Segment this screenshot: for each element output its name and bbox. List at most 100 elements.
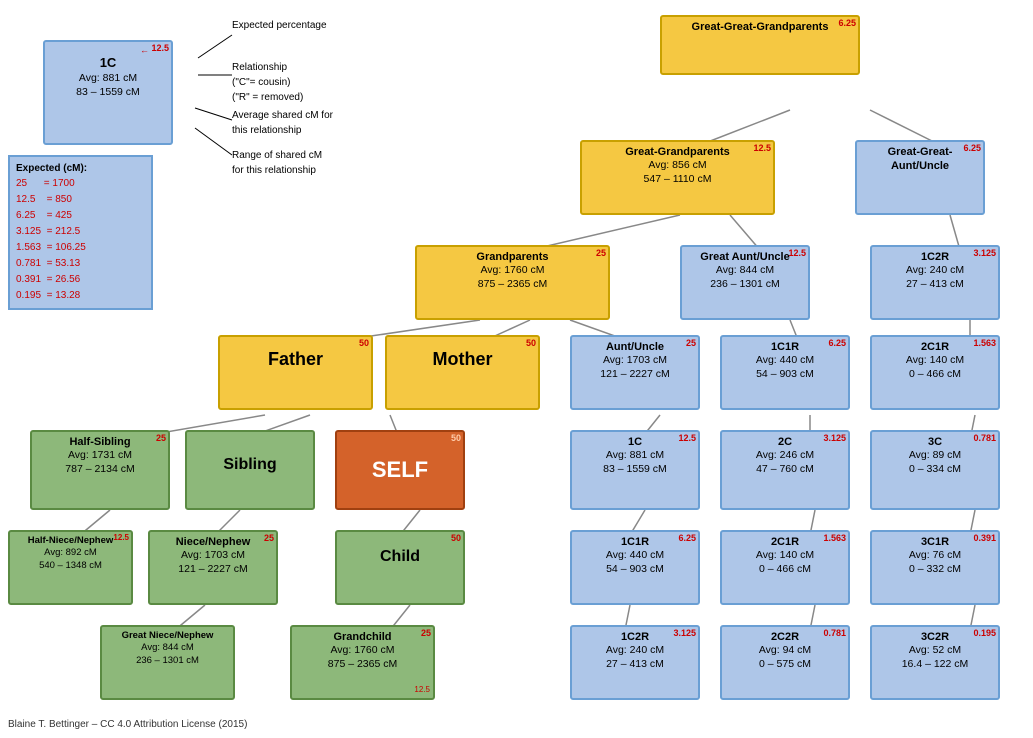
2c1r-top-avg: Avg: 140 cM bbox=[877, 354, 993, 368]
1c1r-top-title: 1C1R bbox=[727, 340, 843, 354]
box-self: 50 SELF bbox=[335, 430, 465, 510]
3c2r-avg: Avg: 52 cM bbox=[877, 644, 993, 658]
nieceNephew-range: 121 – 2227 cM bbox=[155, 563, 271, 577]
2c1r-top-range: 0 – 466 cM bbox=[877, 368, 993, 382]
2c2r-range: 0 – 575 cM bbox=[727, 658, 843, 672]
1c2r-top-avg: Avg: 240 cM bbox=[877, 264, 993, 278]
annotation-range-cm: Range of shared cMfor this relationship bbox=[232, 148, 322, 178]
pct-1c-legend: 12.5 bbox=[151, 43, 169, 55]
1c-title: 1C bbox=[577, 435, 693, 449]
gGrandparents-avg: Avg: 856 cM bbox=[587, 159, 768, 173]
1c2r-bot-avg: Avg: 240 cM bbox=[577, 644, 693, 658]
child-title: Child bbox=[342, 547, 458, 568]
father-title: Father bbox=[225, 348, 366, 371]
3c1r-avg: Avg: 76 cM bbox=[877, 549, 993, 563]
3c2r-range: 16.4 – 122 cM bbox=[877, 658, 993, 672]
pct-gGrandparents: 12.5 bbox=[753, 143, 771, 155]
pct-father: 50 bbox=[359, 338, 369, 350]
box-2c1r-top: 1.563 2C1R Avg: 140 cM 0 – 466 cM bbox=[870, 335, 1000, 410]
pct-halfSibling: 25 bbox=[156, 433, 166, 445]
halfNieceNephew-avg: Avg: 892 cM bbox=[15, 547, 126, 559]
annotation-relationship: Relationship("C"= cousin)("R" = removed) bbox=[232, 60, 303, 105]
pct-ggGrandparents: 6.25 bbox=[838, 18, 856, 30]
3c1r-range: 0 – 332 cM bbox=[877, 563, 993, 577]
nieceNephew-title: Niece/Nephew bbox=[155, 535, 271, 549]
2c1r-bot-range: 0 – 466 cM bbox=[727, 563, 843, 577]
grandparents-range: 875 – 2365 cM bbox=[422, 278, 603, 292]
box-1c1r-bot: 6.25 1C1R Avg: 440 cM 54 – 903 cM bbox=[570, 530, 700, 605]
pct-2c1r-top: 1.563 bbox=[973, 338, 996, 350]
pct-child: 50 bbox=[451, 533, 461, 545]
1c-range: 83 – 1559 cM bbox=[577, 463, 693, 477]
box-3c2r: 0.195 3C2R Avg: 52 cM 16.4 – 122 cM bbox=[870, 625, 1000, 700]
legend-box: Expected (cM): 25 = 1700 12.5 = 850 6.25… bbox=[8, 155, 153, 310]
ggGrandparents-title: Great-Great-Grandparents bbox=[667, 20, 853, 34]
footer: Blaine T. Bettinger – CC 4.0 Attribution… bbox=[8, 719, 247, 730]
box-niece-nephew: 25 Niece/Nephew Avg: 1703 cM 121 – 2227 … bbox=[148, 530, 278, 605]
pct-3c2r: 0.195 bbox=[973, 628, 996, 640]
box-great-grandparents: 12.5 Great-Grandparents Avg: 856 cM 547 … bbox=[580, 140, 775, 215]
pct-1c1r-top: 6.25 bbox=[828, 338, 846, 350]
auntUncle-range: 121 – 2227 cM bbox=[577, 368, 693, 382]
box-great-great-grandparents: 6.25 Great-Great-Grandparents bbox=[660, 15, 860, 75]
greatNieceNephew-range: 236 – 1301 cM bbox=[107, 655, 228, 667]
1c1r-top-range: 54 – 903 cM bbox=[727, 368, 843, 382]
1c-avg: Avg: 881 cM bbox=[577, 449, 693, 463]
box-3c: 0.781 3C Avg: 89 cM 0 – 334 cM bbox=[870, 430, 1000, 510]
auntUncle-avg: Avg: 1703 cM bbox=[577, 354, 693, 368]
box-1c1r-top: 6.25 1C1R Avg: 440 cM 54 – 903 cM bbox=[720, 335, 850, 410]
box-great-great-aunt-uncle: 6.25 Great-Great-Aunt/Uncle bbox=[855, 140, 985, 215]
box-2c2r: 0.781 2C2R Avg: 94 cM 0 – 575 cM bbox=[720, 625, 850, 700]
greatNieceNephew-title: Great Niece/Nephew bbox=[107, 630, 228, 642]
box-father: 50 Father bbox=[218, 335, 373, 410]
grandchild-title: Grandchild bbox=[297, 630, 428, 644]
pct-1c2r-top: 3.125 bbox=[973, 248, 996, 260]
pct-self: 50 bbox=[451, 433, 461, 445]
grandchild-range: 875 – 2365 cM bbox=[297, 658, 428, 672]
box-sibling: Sibling bbox=[185, 430, 315, 510]
2c-avg: Avg: 246 cM bbox=[727, 449, 843, 463]
self-title: SELF bbox=[372, 456, 428, 485]
annotation-avg-cm: Average shared cM forthis relationship bbox=[232, 108, 333, 138]
legend-title: Expected (cM): bbox=[16, 161, 145, 176]
pct-3c: 0.781 bbox=[973, 433, 996, 445]
1c1r-bot-range: 54 – 903 cM bbox=[577, 563, 693, 577]
1c2r-top-range: 27 – 413 cM bbox=[877, 278, 993, 292]
box-great-aunt-uncle: 12.5 Great Aunt/Uncle Avg: 844 cM 236 – … bbox=[680, 245, 810, 320]
pct-1c1r-bot: 6.25 bbox=[678, 533, 696, 545]
halfSibling-title: Half-Sibling bbox=[37, 435, 163, 449]
box-1c: 12.5 1C Avg: 881 cM 83 – 1559 cM bbox=[570, 430, 700, 510]
pct-1c: 12.5 bbox=[678, 433, 696, 445]
ggAuntUncle-title: Great-Great-Aunt/Uncle bbox=[862, 145, 978, 174]
box-grandchild: 25 Grandchild Avg: 1760 cM 875 – 2365 cM… bbox=[290, 625, 435, 700]
box-great-niece-nephew: Great Niece/Nephew Avg: 844 cM 236 – 130… bbox=[100, 625, 235, 700]
annotation-expected-pct: Expected percentage bbox=[232, 20, 327, 31]
box-mother: 50 Mother bbox=[385, 335, 540, 410]
pct-1c2r-bot: 3.125 bbox=[673, 628, 696, 640]
pct-gAuntUncle: 12.5 bbox=[788, 248, 806, 260]
3c-range: 0 – 334 cM bbox=[877, 463, 993, 477]
box-3c1r: 0.391 3C1R Avg: 76 cM 0 – 332 cM bbox=[870, 530, 1000, 605]
grandchild-avg: Avg: 1760 cM bbox=[297, 644, 428, 658]
box-child: 50 Child bbox=[335, 530, 465, 605]
halfSibling-range: 787 – 2134 cM bbox=[37, 463, 163, 477]
box-1c2r-top: 3.125 1C2R Avg: 240 cM 27 – 413 cM bbox=[870, 245, 1000, 320]
pct-halfNieceNephew: 12.5 bbox=[113, 533, 129, 543]
pct-2c1r-bot: 1.563 bbox=[823, 533, 846, 545]
greatNieceNephew-avg: Avg: 844 cM bbox=[107, 642, 228, 654]
gAuntUncle-range: 236 – 1301 cM bbox=[687, 278, 803, 292]
1c1r-top-avg: Avg: 440 cM bbox=[727, 354, 843, 368]
nieceNephew-avg: Avg: 1703 cM bbox=[155, 549, 271, 563]
legend-values: 25 = 1700 12.5 = 850 6.25 = 425 3.125 = … bbox=[16, 176, 145, 304]
pct-2c: 3.125 bbox=[823, 433, 846, 445]
pct-grandparents: 25 bbox=[596, 248, 606, 260]
1c2r-bot-range: 27 – 413 cM bbox=[577, 658, 693, 672]
box-half-niece-nephew: 12.5 Half-Niece/Nephew Avg: 892 cM 540 –… bbox=[8, 530, 133, 605]
2c1r-bot-avg: Avg: 140 cM bbox=[727, 549, 843, 563]
box-grandparents: 25 Grandparents Avg: 1760 cM 875 – 2365 … bbox=[415, 245, 610, 320]
2c2r-avg: Avg: 94 cM bbox=[727, 644, 843, 658]
halfNieceNephew-title: Half-Niece/Nephew bbox=[15, 535, 126, 547]
auntUncle-title: Aunt/Uncle bbox=[577, 340, 693, 354]
grandparents-title: Grandparents bbox=[422, 250, 603, 264]
box-half-sibling: 25 Half-Sibling Avg: 1731 cM 787 – 2134 … bbox=[30, 430, 170, 510]
